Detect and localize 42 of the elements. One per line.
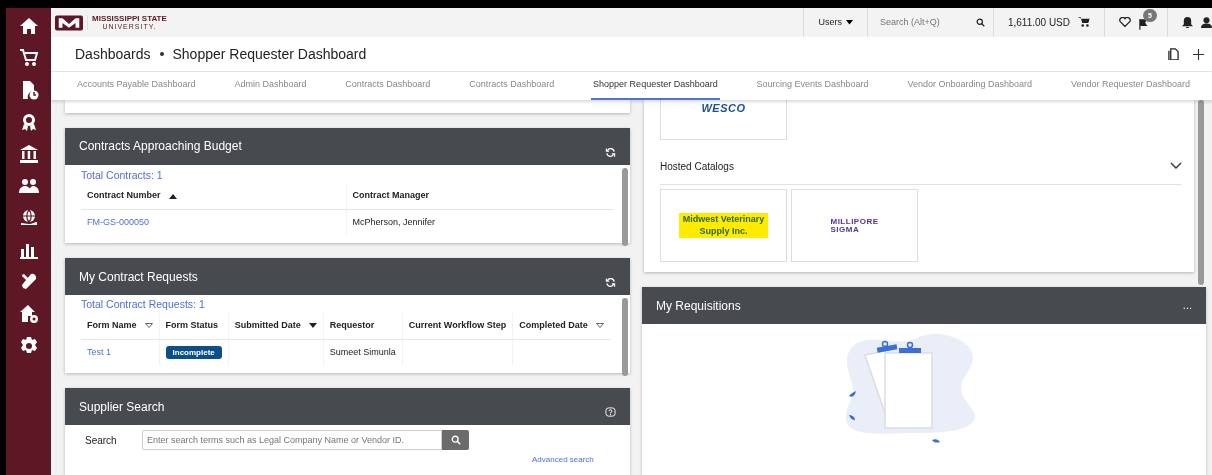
catalog-tile[interactable]: Midwest Veterinary Supply Inc. <box>660 189 787 262</box>
dashboard-tab[interactable]: Sourcing Events Dashboard <box>754 72 871 100</box>
contract-link[interactable]: FM-GS-000050 <box>87 216 150 227</box>
column-header[interactable]: Form Name <box>87 319 153 333</box>
cart-total: 1,611.00 USD <box>1007 16 1070 30</box>
breadcrumb-item: Shopper Requester Dashboard <box>172 44 367 64</box>
more-menu[interactable]: ... <box>1182 300 1192 311</box>
form-link[interactable]: Test 1 <box>87 346 111 357</box>
column-header[interactable]: Contract Manager <box>352 189 429 203</box>
search-field[interactable]: Search (Alt+Q) <box>877 14 968 31</box>
supplier-name: Midwest Veterinary Supply Inc. <box>678 212 769 239</box>
section-title: Hosted Catalogs <box>660 159 734 174</box>
dashboard-tab[interactable]: Contracts Dashboard <box>343 72 433 100</box>
column-header[interactable]: Requestor <box>329 319 375 333</box>
logo-text: MISSISSIPPI STATE <box>92 15 167 23</box>
column-header[interactable]: Contract Number <box>87 189 177 203</box>
panel-title: My Contract Requests <box>79 268 198 286</box>
catalog-tile[interactable]: MILLIPORE SIGMA <box>791 189 918 262</box>
column-header[interactable]: Submitted Date <box>234 319 317 333</box>
search-field[interactable]: Enter search terms such as Legal Company Name or Vendor ID. <box>142 430 442 451</box>
breadcrumb-item[interactable]: Dashboards <box>75 43 151 65</box>
total-count[interactable]: Total Contracts: 1 <box>81 167 163 184</box>
column-header[interactable]: Completed Date <box>519 319 604 333</box>
panel-title: Contracts Approaching Budget <box>79 138 242 156</box>
column-header[interactable]: Form Status <box>165 319 219 333</box>
panel-title: Supplier Search <box>79 398 165 416</box>
dashboard-tab[interactable]: Admin Dashboard <box>232 72 309 100</box>
total-count[interactable]: Total Contract Requests: 1 <box>81 297 205 314</box>
status-badge: Incomplete <box>165 345 222 359</box>
dashboard-tab[interactable]: Contracts Dashboard <box>467 72 557 100</box>
table-cell: McPherson, Jennifer <box>352 216 436 227</box>
dashboard-tab[interactable]: Accounts Payable Dashboard <box>75 72 198 100</box>
advanced-search-link[interactable]: Advanced search <box>532 454 594 467</box>
dashboard-tab[interactable]: Vendor Requester Dashboard <box>1068 72 1192 100</box>
panel-title: My Requisitions <box>656 297 741 315</box>
dashboard-tab[interactable]: Vendor Onboarding Dashboard <box>905 72 1035 100</box>
column-header[interactable]: Current Workflow Step <box>408 319 507 333</box>
search-label: Search <box>85 433 118 448</box>
users-menu[interactable]: Users <box>818 15 853 30</box>
supplier-logo: MILLIPORE SIGMA <box>830 217 879 234</box>
table-cell: Sumeet Simunla <box>329 346 396 357</box>
wesco-logo: WESCO <box>701 101 746 116</box>
